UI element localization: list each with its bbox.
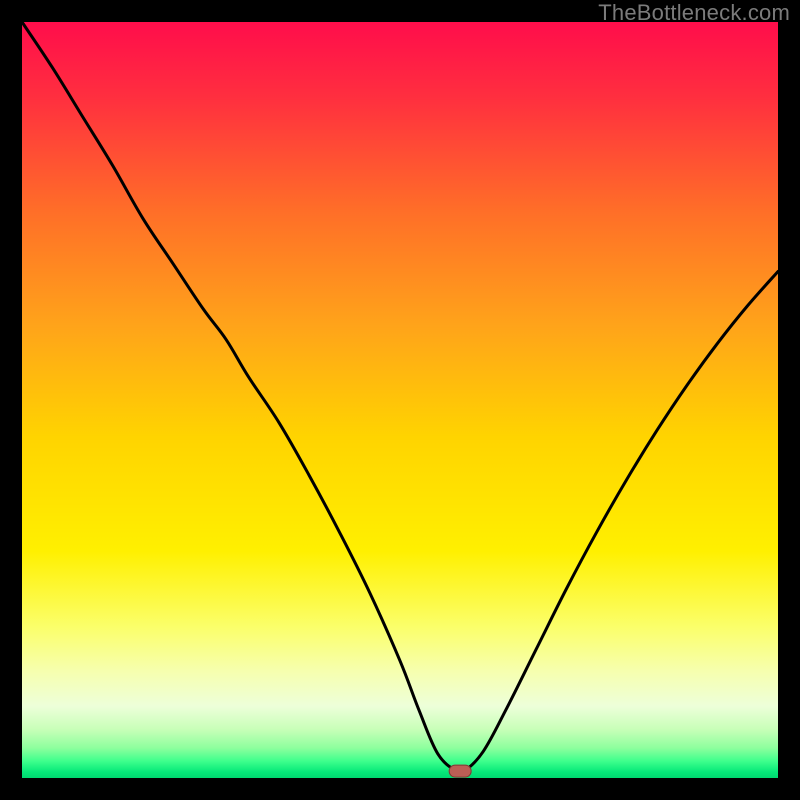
bottleneck-curve: [22, 22, 778, 774]
watermark-text: TheBottleneck.com: [598, 0, 790, 26]
plot-area: [22, 22, 778, 778]
curve-layer: [22, 22, 778, 778]
chart-stage: TheBottleneck.com: [0, 0, 800, 800]
optimum-marker: [449, 765, 472, 778]
